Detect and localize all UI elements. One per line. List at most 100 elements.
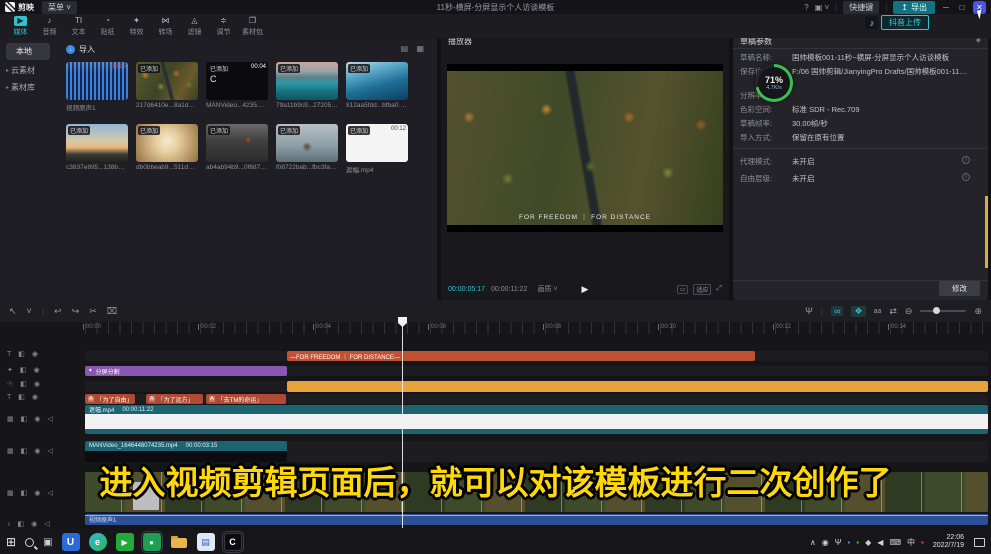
zoom-out-icon[interactable]: ⊖ <box>905 306 913 317</box>
media-item[interactable]: 已添加c3837e895...138b0.jpg <box>66 124 128 174</box>
taskbar-clock[interactable]: 22:06 2022/7/19 <box>933 534 964 550</box>
eye-icon[interactable]: ◉ <box>34 380 40 388</box>
lock-icon[interactable]: ◧ <box>18 350 25 358</box>
menu-button[interactable]: 菜单 ˅ <box>42 1 77 14</box>
tab-调节[interactable]: ≑调节 <box>209 16 238 37</box>
magnet-icon[interactable]: ∞ <box>831 306 843 316</box>
tray-app-red-icon[interactable]: ▪ <box>921 538 924 547</box>
adjust-clip[interactable] <box>287 381 988 392</box>
preview-frame-icon[interactable]: aa <box>874 308 882 315</box>
media-item[interactable]: 已添加79a11b9c9...27205.jpg <box>276 62 338 112</box>
timeline-zoom-slider[interactable] <box>920 310 966 312</box>
select-tool-dropdown[interactable]: ˅ <box>27 306 32 316</box>
eye-icon[interactable]: ◉ <box>32 393 38 401</box>
task-view-icon[interactable]: ▣ <box>43 537 52 548</box>
eye-icon[interactable]: ◉ <box>34 447 40 455</box>
tab-特效[interactable]: ✦特效 <box>122 16 151 37</box>
text-clip-1[interactable]: A「为了自由」 <box>85 394 135 404</box>
delete-icon[interactable]: ⌧ <box>107 306 117 317</box>
app-notes[interactable]: ▤ <box>197 533 215 551</box>
eye-icon[interactable]: ◉ <box>34 415 40 423</box>
letterbox-video-clip[interactable]: 遮幅.mp400:00:11:22 <box>85 405 988 434</box>
tray-mic-icon[interactable]: Ψ <box>835 538 842 547</box>
fullscreen-icon[interactable]: ⤢ <box>716 285 722 293</box>
lock-icon[interactable]: ◧ <box>20 366 27 374</box>
select-tool-icon[interactable]: ↖ <box>9 306 17 317</box>
mute-icon[interactable]: ◁ <box>44 520 49 528</box>
media-item[interactable]: 已添加217d6410e...8a1db.jpg <box>136 62 198 112</box>
text-clip-2[interactable]: A「为了远方」 <box>146 394 203 404</box>
quality-dropdown[interactable]: 画质 ˅ <box>537 284 557 294</box>
lock-icon[interactable]: ◧ <box>18 520 25 528</box>
view-toggle-icons[interactable]: ▤ ▦ <box>401 44 427 53</box>
tab-媒体[interactable]: ▶媒体 <box>6 16 35 37</box>
shortcut-button[interactable]: 快捷键 <box>843 1 879 14</box>
tab-转场[interactable]: ⋈转场 <box>151 16 180 37</box>
tray-app-blue-icon[interactable]: ▪ <box>847 538 850 547</box>
tray-app-green-icon[interactable]: ▪ <box>856 538 859 547</box>
lock-icon[interactable]: ◧ <box>21 415 28 423</box>
minimize-button[interactable]: ─ <box>941 3 951 12</box>
layout-icon[interactable]: ▣ ˅ <box>815 3 829 12</box>
split-icon[interactable]: ✂ <box>89 306 97 317</box>
mirror-icon[interactable]: ⇄ <box>889 306 897 317</box>
app-explorer[interactable] <box>170 533 188 551</box>
tab-文本[interactable]: TI文本 <box>64 16 93 37</box>
tray-network-icon[interactable]: ◆ <box>865 538 871 547</box>
tab-素材包[interactable]: ❐素材包 <box>238 16 267 37</box>
mute-icon[interactable]: ◁ <box>47 447 52 455</box>
effect-clip[interactable]: ✦分屏分割 <box>85 366 287 376</box>
zoom-in-icon[interactable]: ⊕ <box>974 306 982 317</box>
sidebar-item-本地[interactable]: 本地 <box>6 43 50 60</box>
text-clip-main[interactable]: —FOR FREEDOM ｜ FOR DISTANCE— <box>287 351 755 361</box>
media-item[interactable]: 已添加00:12遮幅.mp4 <box>346 124 408 174</box>
import-button[interactable]: ↓ 导入 <box>66 44 95 55</box>
export-button[interactable]: ↥导出 <box>893 1 935 14</box>
tab-音频[interactable]: ♪音频 <box>35 16 64 37</box>
ratio-icon[interactable]: ▭ <box>677 285 689 294</box>
link-icon[interactable]: ❖ <box>851 306 865 317</box>
notification-icon[interactable] <box>974 538 985 547</box>
media-item[interactable]: 已添加812aa5fdd...bfba0.jpg <box>346 62 408 112</box>
lock-icon[interactable]: ◧ <box>20 380 27 388</box>
media-item[interactable]: 已添加ab4ab94b9...0f687.jpg <box>206 124 268 174</box>
close-button[interactable]: ✕ <box>973 1 986 14</box>
modify-button[interactable]: 修改 <box>939 281 980 296</box>
lock-icon[interactable]: ◧ <box>21 447 28 455</box>
fit-button[interactable]: 适应 <box>693 284 711 295</box>
media-item[interactable]: 00:15视频原声1 <box>66 62 128 112</box>
tray-volume-icon[interactable]: ◀ <box>877 538 883 547</box>
douyin-upload-label[interactable]: 抖音上传 <box>881 15 929 30</box>
video-preview[interactable]: FOR FREEDOM ｜ FOR DISTANCE <box>447 64 723 232</box>
undo-icon[interactable]: ↩ <box>54 306 62 317</box>
sidebar-item-素材库[interactable]: ▸素材库 <box>0 79 56 96</box>
tray-expand-icon[interactable]: ∧ <box>810 538 816 547</box>
help-icon[interactable]: ? <box>804 3 808 12</box>
app-jianying[interactable]: C <box>224 533 242 551</box>
lock-icon[interactable]: ◧ <box>18 393 25 401</box>
media-item[interactable]: 已添加f08722bab...fbc3fa.jpg <box>276 124 338 174</box>
media-item[interactable]: 已添加db0bbeab9...511d2.jpg <box>136 124 198 174</box>
maximize-button[interactable]: □ <box>957 3 967 12</box>
tray-ime-label[interactable]: 中 <box>907 537 915 548</box>
info-icon[interactable]: i <box>962 156 970 164</box>
sidebar-item-云素材[interactable]: ▸云素材 <box>0 62 56 79</box>
app-capture-green[interactable]: ● <box>143 533 161 551</box>
app-player-green[interactable]: ▶ <box>116 533 134 551</box>
eye-icon[interactable]: ◉ <box>32 350 38 358</box>
mute-icon[interactable]: ◁ <box>47 415 52 423</box>
redo-icon[interactable]: ↪ <box>72 306 80 317</box>
app-utorrent[interactable]: U <box>62 533 80 551</box>
tray-person-icon[interactable]: ◉ <box>822 538 829 547</box>
start-button[interactable]: ⊞ <box>6 535 16 549</box>
app-edge[interactable]: e <box>89 533 107 551</box>
zoom-slider-handle[interactable] <box>933 307 940 314</box>
text-clip-3[interactable]: A「去TM的命运」 <box>206 394 286 404</box>
eye-icon[interactable]: ◉ <box>34 366 40 374</box>
info-icon[interactable]: i <box>962 173 970 181</box>
search-icon[interactable] <box>25 538 34 547</box>
tab-滤镜[interactable]: ◬滤镜 <box>180 16 209 37</box>
audio-track-clip[interactable]: 视频原声1 <box>85 514 988 525</box>
eye-icon[interactable]: ◉ <box>31 520 37 528</box>
media-item[interactable]: 已添加00:04CMANVideo...4235.mp4 <box>206 62 268 112</box>
